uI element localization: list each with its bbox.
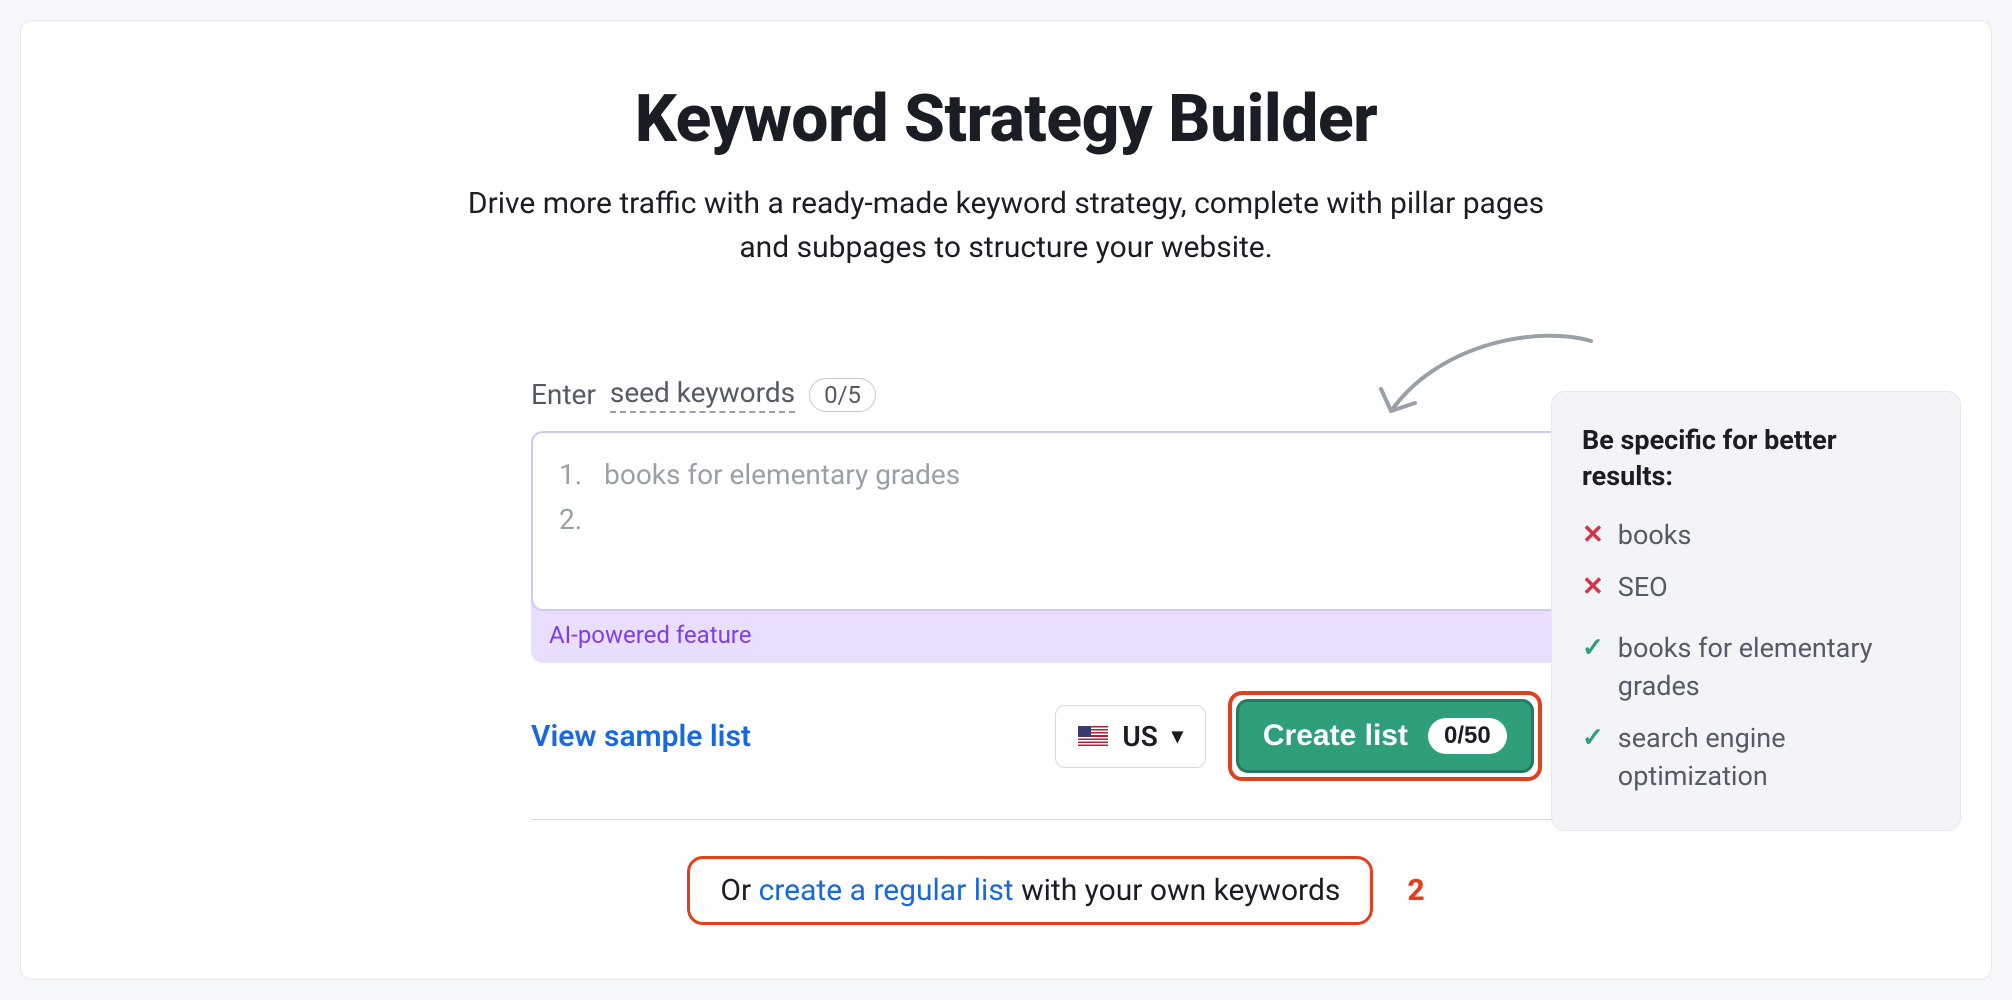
tip-bad-item: ✕ books [1582, 517, 1930, 555]
seed-label-row: Enter seed keywords 0/5 [531, 376, 1581, 413]
tip-text: SEO [1618, 569, 1668, 607]
chevron-down-icon: ▾ [1172, 724, 1183, 749]
ai-powered-label: AI-powered feature [531, 611, 1581, 663]
create-list-count: 0/50 [1428, 718, 1507, 754]
create-regular-list-link[interactable]: create a regular list [759, 873, 1014, 908]
callout-box-1: Create list 0/50 [1228, 691, 1542, 781]
create-list-button[interactable]: Create list 0/50 [1236, 699, 1534, 773]
or-suffix: with your own keywords [1014, 873, 1341, 908]
tip-text: search engine optimization [1618, 720, 1930, 796]
country-code: US [1122, 720, 1157, 753]
seed-keywords-input[interactable]: 1. books for elementary grades 2. [531, 431, 1581, 611]
check-icon: ✓ [1582, 720, 1604, 796]
us-flag-icon [1078, 726, 1108, 746]
main-card: Keyword Strategy Builder Drive more traf… [20, 20, 1992, 980]
tip-bad-item: ✕ SEO [1582, 569, 1930, 607]
divider [531, 819, 1581, 820]
tip-text: books for elementary grades [1618, 630, 1930, 706]
seed-count-pill: 0/5 [809, 378, 876, 412]
tip-good-item: ✓ search engine optimization [1582, 720, 1930, 796]
or-row: Or create a regular list with your own k… [531, 856, 1581, 925]
page-title: Keyword Strategy Builder [21, 81, 1991, 158]
seed-row-number: 2. [559, 498, 582, 543]
seed-label-underlined: seed keywords [610, 376, 795, 413]
tip-good-item: ✓ books for elementary grades [1582, 630, 1930, 706]
specificity-tip-box: Be specific for better results: ✕ books … [1551, 391, 1961, 831]
seed-row-number: 1. [559, 453, 582, 498]
x-icon: ✕ [1582, 569, 1604, 607]
page-subtitle: Drive more traffic with a ready-made key… [456, 182, 1556, 269]
seed-row-placeholder: books for elementary grades [604, 453, 960, 498]
callout-number-2: 2 [1407, 873, 1424, 908]
country-select[interactable]: US ▾ [1055, 705, 1206, 768]
seed-label-prefix: Enter [531, 378, 596, 411]
tip-title: Be specific for better results: [1582, 422, 1930, 495]
right-actions: US ▾ Create list 0/50 1 [1055, 691, 1581, 781]
ai-feature-wrap: 1. books for elementary grades 2. AI-pow… [531, 431, 1581, 663]
x-icon: ✕ [1582, 517, 1604, 555]
create-list-label: Create list [1263, 719, 1408, 753]
view-sample-link[interactable]: View sample list [531, 719, 751, 754]
actions-row: View sample list US ▾ Create list 0/50 1 [531, 691, 1581, 781]
form-area: Enter seed keywords 0/5 1. books for ele… [531, 376, 1581, 925]
or-prefix: Or [720, 873, 758, 908]
check-icon: ✓ [1582, 630, 1604, 706]
callout-box-2: Or create a regular list with your own k… [687, 856, 1373, 925]
tip-text: books [1618, 517, 1692, 555]
